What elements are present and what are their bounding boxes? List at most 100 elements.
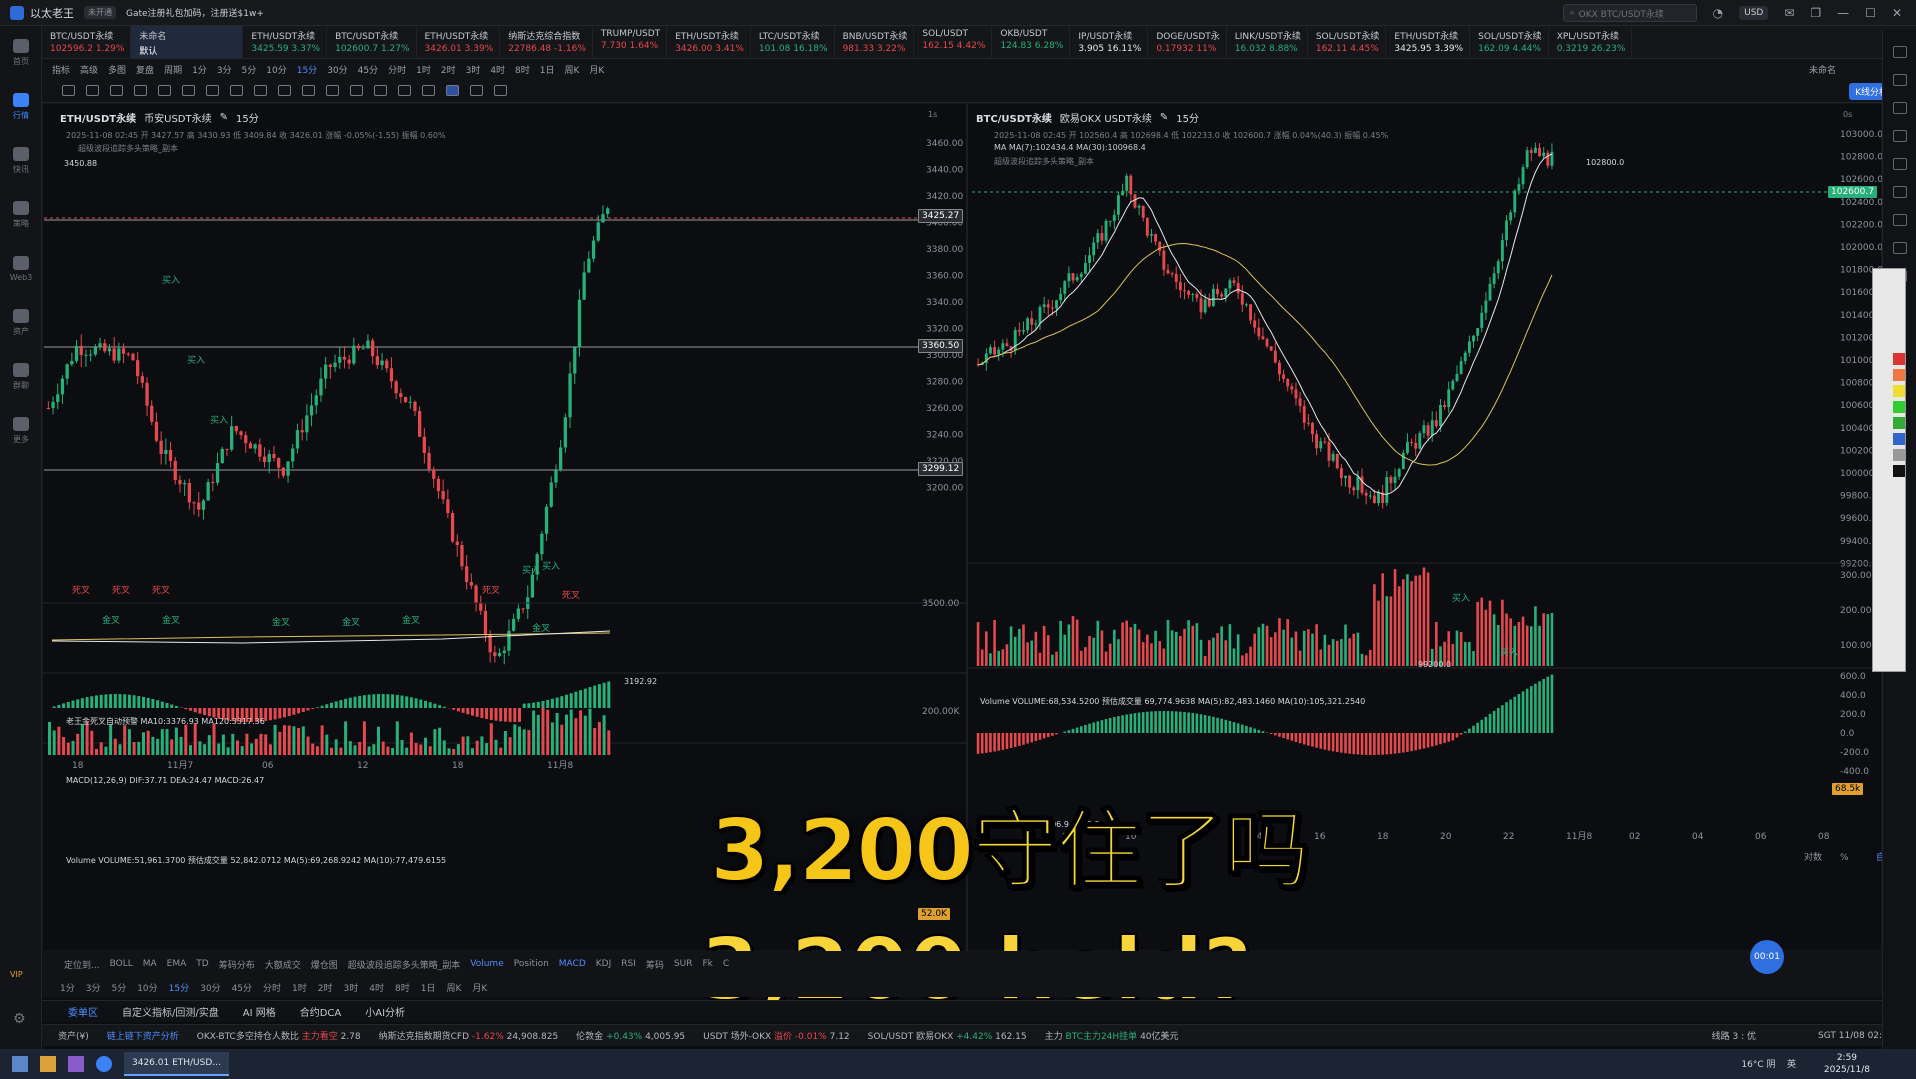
- color-swatch[interactable]: [1893, 353, 1905, 365]
- status-item[interactable]: OKX-BTC多空持仓人数比 主力看空 2.78: [197, 1029, 361, 1042]
- magnet-tool-icon[interactable]: [422, 85, 435, 96]
- toolbar-item[interactable]: 1时: [416, 63, 431, 76]
- bottom-tab[interactable]: 委单区: [68, 1004, 98, 1019]
- ticker-tab[interactable]: BTC/USDT永续 102600.7 1.27%: [327, 26, 417, 58]
- period-item[interactable]: 分时: [263, 981, 281, 994]
- ticker-tab[interactable]: LINK/USDT永续 16.032 8.88%: [1227, 26, 1308, 58]
- period-item[interactable]: 4时: [369, 981, 384, 994]
- color-swatch[interactable]: [1893, 465, 1905, 477]
- color-swatch[interactable]: [1893, 417, 1905, 429]
- side-tool-icon[interactable]: [1892, 130, 1907, 142]
- minimize-icon[interactable]: —: [1837, 6, 1849, 20]
- indicator-item[interactable]: MACD: [559, 959, 586, 969]
- status-item[interactable]: SOL/USDT 欧易OKX +4.42% 162.15: [868, 1029, 1027, 1042]
- text-tool-icon[interactable]: [326, 85, 339, 96]
- ticker-tab[interactable]: LTC/USDT永续 101.08 16.18%: [751, 26, 835, 58]
- ticker-tab[interactable]: SOL/USDT 162.15 4.42%: [914, 26, 993, 58]
- toolbar-item[interactable]: 45分: [358, 63, 378, 76]
- ticker-tab[interactable]: ETH/USDT永续 3426.01 3.39%: [417, 26, 501, 58]
- toolbar-item[interactable]: 多图: [108, 63, 126, 76]
- side-tool-icon[interactable]: [1892, 242, 1907, 254]
- drawing-palette[interactable]: [1872, 268, 1906, 672]
- ticker-tab[interactable]: SOL/USDT永续 162.09 4.44%: [1470, 26, 1549, 58]
- windows-start-icon[interactable]: [12, 1056, 28, 1072]
- lock-tool-icon[interactable]: [446, 85, 459, 96]
- indicator-item[interactable]: 筹码分布: [219, 958, 255, 971]
- indicator-item[interactable]: KDJ: [596, 959, 612, 969]
- side-tool-icon[interactable]: [1892, 186, 1907, 198]
- asset-analysis-link[interactable]: 链上链下资产分析: [107, 1029, 179, 1042]
- right-chart-symbol[interactable]: BTC/USDT永续: [976, 110, 1052, 125]
- indicator-item[interactable]: Position: [514, 959, 549, 969]
- ticker-tab[interactable]: OKB/USDT 124.83 6.28%: [992, 26, 1071, 58]
- main-tool-icon[interactable]: [206, 85, 219, 96]
- toolbar-item[interactable]: 3分: [217, 63, 232, 76]
- toolbar-item[interactable]: 分时: [388, 63, 406, 76]
- bottom-tab[interactable]: AI 网格: [243, 1004, 276, 1019]
- rect-tool-icon[interactable]: [110, 85, 123, 96]
- indicator-item[interactable]: 超级波段追踪多头策略_副本: [348, 958, 461, 971]
- status-item[interactable]: 伦敦金 +0.43% 4,005.95: [576, 1029, 685, 1042]
- toolbar-item[interactable]: 2时: [441, 63, 456, 76]
- indicator-item[interactable]: Fk: [702, 959, 712, 969]
- indicator-item[interactable]: SUR: [674, 959, 693, 969]
- ticker-tab[interactable]: XPL/USDT永续 0.3219 26.23%: [1549, 26, 1633, 58]
- fib-tool-icon[interactable]: [254, 85, 267, 96]
- ticker-tab[interactable]: ETH/USDT永续 3425.95 3.39%: [1386, 26, 1471, 58]
- color-swatch[interactable]: [1893, 369, 1905, 381]
- ticker-tab[interactable]: DOGE/USDT永 0.17932 11%: [1148, 26, 1227, 58]
- line-tool-icon[interactable]: [62, 85, 75, 96]
- crosshair-tool-icon[interactable]: [278, 85, 291, 96]
- right-chart-interval[interactable]: 15分: [1176, 110, 1199, 125]
- toolbar-item[interactable]: 复盘: [136, 63, 154, 76]
- toolbar-item[interactable]: 30分: [327, 63, 347, 76]
- period-item[interactable]: 30分: [200, 981, 220, 994]
- bottom-tab[interactable]: 小AI分析: [365, 1004, 405, 1019]
- side-tool-icon[interactable]: [1892, 158, 1907, 170]
- ticker-tab[interactable]: SOL/USDT永续 162.11 4.45%: [1308, 26, 1387, 58]
- period-item[interactable]: 45分: [232, 981, 252, 994]
- mail-icon[interactable]: ✉: [1784, 6, 1794, 20]
- indicator-item[interactable]: TD: [196, 959, 208, 969]
- sidebar-item-0[interactable]: 首页: [0, 26, 42, 80]
- toolbar-item[interactable]: 高级: [80, 63, 98, 76]
- side-tool-icon[interactable]: [1892, 102, 1907, 114]
- ticker-tab[interactable]: 未命名 默认: [131, 26, 244, 58]
- folder-icon[interactable]: [40, 1056, 56, 1072]
- period-item[interactable]: 月K: [472, 981, 487, 994]
- period-item[interactable]: 15分: [169, 981, 189, 994]
- period-item[interactable]: 10分: [137, 981, 157, 994]
- period-item[interactable]: 周K: [446, 981, 461, 994]
- side-tool-icon[interactable]: [1892, 46, 1907, 58]
- window-restore-icon[interactable]: ❐: [1810, 6, 1821, 20]
- toolbar-item[interactable]: 周期: [164, 63, 182, 76]
- toolbar-item[interactable]: 1分: [192, 63, 207, 76]
- search-icon[interactable]: [96, 1056, 112, 1072]
- more-tool-icon[interactable]: [182, 85, 195, 96]
- ticker-tab[interactable]: TRUMP/USDT 7.730 1.64%: [593, 26, 668, 58]
- layout-name[interactable]: 未命名: [1809, 63, 1836, 76]
- sidebar-item-6[interactable]: 群聊: [0, 350, 42, 404]
- eraser-tool-icon[interactable]: [398, 85, 411, 96]
- period-item[interactable]: 5分: [111, 981, 126, 994]
- toolbar-item[interactable]: 1日: [540, 63, 555, 76]
- toolbar-item[interactable]: 10分: [266, 63, 286, 76]
- side-tool-icon[interactable]: [1892, 214, 1907, 226]
- trash-tool-icon[interactable]: [494, 85, 507, 96]
- sidebar-item-7[interactable]: 更多: [0, 404, 42, 458]
- channel-tool-icon[interactable]: [134, 85, 147, 96]
- sidebar-item-1[interactable]: 行情: [0, 80, 42, 134]
- ticker-tab[interactable]: ETH/USDT永续 3426.00 3.41%: [667, 26, 751, 58]
- account-badge[interactable]: 未开通: [84, 6, 116, 19]
- bell-icon[interactable]: ◔: [1713, 6, 1723, 20]
- sidebar-item-3[interactable]: 策略: [0, 188, 42, 242]
- sidebar-item-2[interactable]: 快讯: [0, 134, 42, 188]
- left-chart-interval[interactable]: 15分: [236, 110, 259, 125]
- indicator-item[interactable]: 爆仓图: [311, 958, 338, 971]
- zoom-tool-icon[interactable]: [350, 85, 363, 96]
- indicator-item[interactable]: 大额成交: [265, 958, 301, 971]
- search-input[interactable]: ⌕ OKX BTC/USDT永续: [1562, 4, 1697, 22]
- period-item[interactable]: 1日: [421, 981, 436, 994]
- indicator-item[interactable]: C: [723, 959, 729, 969]
- currency-select[interactable]: USD: [1739, 6, 1769, 20]
